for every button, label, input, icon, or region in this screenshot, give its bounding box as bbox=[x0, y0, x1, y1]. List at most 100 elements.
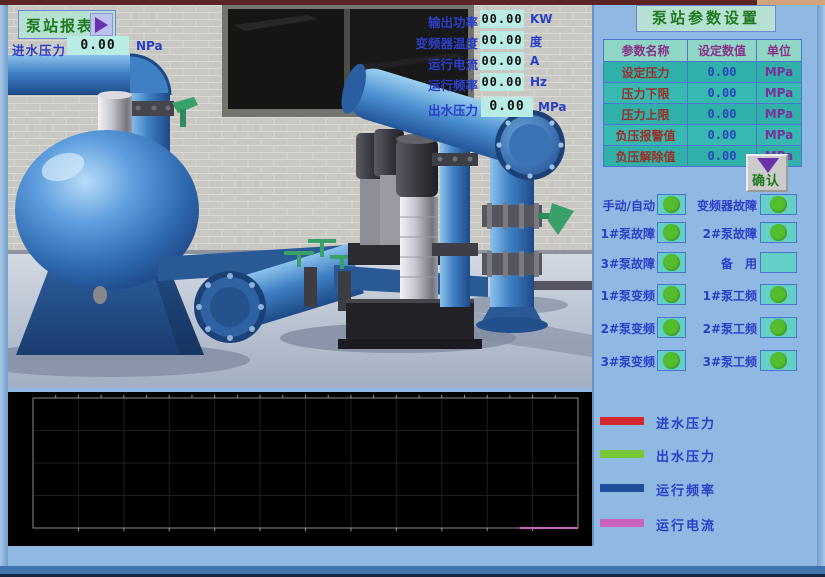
left-frame bbox=[0, 5, 8, 577]
param-unit: MPa bbox=[757, 104, 802, 125]
legend-label: 运行频率 bbox=[656, 480, 716, 499]
status-lamp-box bbox=[657, 350, 686, 371]
param-name: 压力下限 bbox=[604, 83, 688, 104]
lamp-icon bbox=[663, 196, 680, 213]
legend-swatch bbox=[600, 484, 644, 492]
lamp-icon bbox=[663, 254, 680, 271]
play-icon bbox=[90, 13, 113, 36]
status-lamp-box bbox=[657, 194, 686, 215]
report-button[interactable]: 泵站报表 bbox=[18, 10, 116, 39]
readout-label: 变频器温度 bbox=[340, 33, 478, 52]
confirm-button-label: 确认 bbox=[752, 170, 780, 189]
legend-label: 运行电流 bbox=[656, 515, 716, 534]
legend-swatch bbox=[600, 450, 644, 458]
param-value-field[interactable]: 0.00 bbox=[688, 83, 757, 104]
status-label: 2#泵工频 bbox=[688, 320, 757, 337]
status-label: 手动/自动 bbox=[592, 197, 655, 214]
lamp-icon bbox=[770, 352, 787, 369]
settings-panel-title: 泵站参数设置 bbox=[636, 5, 776, 32]
status-row: 2#泵变频 2#泵工频 bbox=[592, 317, 817, 339]
param-unit: MPa bbox=[757, 83, 802, 104]
lamp-icon bbox=[770, 224, 787, 241]
hmi-pump-station-screen: 泵站报表 进水压力 0.00 NPa 输出功率 00.00 KW 变频器温度 0… bbox=[0, 0, 825, 577]
outlet-pressure-unit: MPa bbox=[538, 100, 567, 114]
param-name: 负压解除值 bbox=[604, 146, 688, 167]
status-row: 3#泵变频 3#泵工频 bbox=[592, 350, 817, 372]
status-row: 3#泵故障 备 用 bbox=[592, 252, 817, 274]
bottom-frame-strip bbox=[0, 566, 825, 574]
lamp-icon bbox=[663, 224, 680, 241]
status-lamp-box bbox=[760, 350, 797, 371]
param-value-field[interactable]: 0.00 bbox=[688, 125, 757, 146]
trend-chart bbox=[8, 392, 592, 546]
param-unit: MPa bbox=[757, 125, 802, 146]
status-label: 3#泵变频 bbox=[592, 353, 655, 370]
status-row: 1#泵变频 1#泵工频 bbox=[592, 284, 817, 306]
readout-unit: A bbox=[530, 54, 539, 68]
legend-item: 运行频率 bbox=[600, 480, 817, 498]
readout-unit: Hz bbox=[530, 75, 547, 89]
legend-label: 出水压力 bbox=[656, 446, 716, 465]
status-lamp-box bbox=[657, 222, 686, 243]
legend-label: 进水压力 bbox=[656, 413, 716, 432]
inlet-pressure-unit: NPa bbox=[136, 39, 163, 53]
status-row: 1#泵故障 2#泵故障 bbox=[592, 222, 817, 244]
status-lamp-box bbox=[657, 284, 686, 305]
col-header-unit: 单位 bbox=[757, 40, 802, 62]
table-header-row: 参数名称 设定数值 单位 bbox=[604, 40, 802, 62]
status-lamp-box bbox=[760, 284, 797, 305]
legend-item: 运行电流 bbox=[600, 515, 817, 533]
status-lamp-box bbox=[760, 222, 797, 243]
outlet-pressure-value: 0.00 bbox=[481, 97, 533, 117]
outlet-pressure-label: 出水压力 bbox=[340, 100, 478, 119]
lamp-icon bbox=[663, 286, 680, 303]
parameter-table: 参数名称 设定数值 单位 设定压力 0.00 MPa 压力下限 0.00 MPa… bbox=[603, 39, 802, 167]
lamp-icon bbox=[663, 319, 680, 336]
right-frame bbox=[817, 5, 825, 577]
readout-label: 运行电流 bbox=[340, 54, 478, 73]
legend-swatch bbox=[600, 519, 644, 527]
lamp-icon bbox=[770, 196, 787, 213]
lamp-icon bbox=[663, 352, 680, 369]
status-label: 1#泵工频 bbox=[688, 287, 757, 304]
report-button-label: 泵站报表 bbox=[26, 15, 94, 36]
readout-label: 运行频率 bbox=[340, 75, 478, 94]
inlet-pressure-value: 0.00 bbox=[67, 36, 129, 55]
table-row: 压力下限 0.00 MPa bbox=[604, 83, 802, 104]
inlet-pressure-label: 进水压力 bbox=[12, 40, 66, 59]
status-lamp-box bbox=[760, 252, 797, 273]
status-row: 手动/自动 变频器故障 bbox=[592, 194, 817, 216]
param-name: 压力上限 bbox=[604, 104, 688, 125]
status-label: 2#泵变频 bbox=[592, 320, 655, 337]
legend-item: 进水压力 bbox=[600, 413, 817, 431]
lamp-icon bbox=[770, 319, 787, 336]
col-header-value: 设定数值 bbox=[688, 40, 757, 62]
param-value-field[interactable]: 0.00 bbox=[688, 104, 757, 125]
status-lamp-box bbox=[657, 317, 686, 338]
readout-label: 输出功率 bbox=[340, 12, 478, 31]
readout-unit: 度 bbox=[530, 33, 542, 50]
legend-item: 出水压力 bbox=[600, 446, 817, 464]
readout-value: 00.00 bbox=[480, 10, 524, 28]
col-header-name: 参数名称 bbox=[604, 40, 688, 62]
status-lamp-box bbox=[760, 317, 797, 338]
status-lamp-box bbox=[657, 252, 686, 273]
status-label: 3#泵故障 bbox=[592, 255, 655, 272]
param-name: 负压报警值 bbox=[604, 125, 688, 146]
confirm-button[interactable]: 确认 bbox=[746, 154, 788, 192]
readout-value: 00.00 bbox=[480, 52, 524, 70]
param-unit: MPa bbox=[757, 62, 802, 83]
status-lamp-box bbox=[760, 194, 797, 215]
panel-divider bbox=[592, 5, 594, 546]
status-label: 2#泵故障 bbox=[688, 225, 757, 242]
readout-unit: KW bbox=[530, 12, 553, 26]
readout-value: 00.00 bbox=[480, 73, 524, 91]
status-label: 1#泵变频 bbox=[592, 287, 655, 304]
status-label: 备 用 bbox=[688, 255, 757, 272]
status-label: 变频器故障 bbox=[688, 197, 757, 214]
legend-swatch bbox=[600, 417, 644, 425]
table-row: 压力上限 0.00 MPa bbox=[604, 104, 802, 125]
readout-value: 00.00 bbox=[480, 31, 524, 49]
table-row: 负压报警值 0.00 MPa bbox=[604, 125, 802, 146]
param-value-field[interactable]: 0.00 bbox=[688, 62, 757, 83]
